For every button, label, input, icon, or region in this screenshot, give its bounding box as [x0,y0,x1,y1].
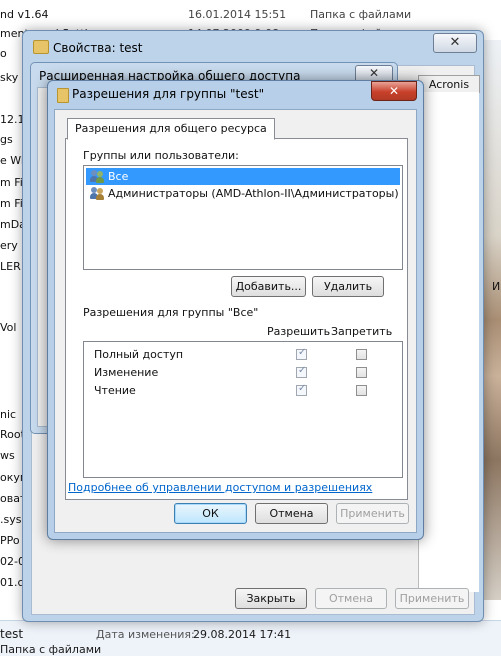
deny-checkbox[interactable] [356,367,367,378]
left-file-name[interactable]: .sys [0,512,21,528]
tab-share-permissions[interactable]: Разрешения для общего ресурса [67,118,275,140]
ok-button[interactable]: ОК [174,503,247,524]
apply-button[interactable]: Применить [395,588,469,609]
group-name: Администраторы (AMD-Athlon-II\Администра… [108,187,399,200]
left-file-name[interactable]: o [0,46,7,62]
allow-checkbox[interactable] [296,365,307,378]
list-item[interactable]: Все [86,168,400,185]
table-row: Чтение [84,382,402,400]
file-date: 16.01.2014 15:51 [188,8,287,21]
left-file-list: o sky F 12.16 gs e Wi m Fi m Fi mDa ery … [0,0,22,655]
file-type: Папка с файлами [310,8,412,21]
group-name: Все [108,170,129,183]
left-file-name[interactable]: ery [0,238,18,254]
close-button[interactable]: ✕ [371,81,417,101]
users-icon [90,187,104,200]
groups-label: Группы или пользователи: [83,149,239,162]
cancel-button[interactable]: Отмена [255,503,328,524]
left-file-name[interactable]: окум [0,470,22,486]
permissions-body: Разрешения для общего ресурса Группы или… [54,109,417,533]
cancel-button[interactable]: Отмена [315,588,387,609]
deny-checkbox[interactable] [356,385,367,396]
left-file-name[interactable]: ws [0,448,15,464]
status-folder-name: test [0,627,24,641]
table-row: Полный доступ [84,346,402,364]
allow-checkbox[interactable] [296,347,307,360]
add-button[interactable]: Добавить... [231,276,306,297]
help-link[interactable]: Подробнее об управлении доступом и разре… [68,481,372,494]
allow-header: Разрешить [267,325,331,338]
allow-checkbox[interactable] [296,383,307,396]
status-date-value: 29.08.2014 17:41 [193,628,292,641]
left-file-name[interactable]: PPo [0,533,20,549]
permission-name: Чтение [94,384,136,397]
close-dialog-button[interactable]: Закрыть [235,588,307,609]
permission-name: Изменение [94,366,159,379]
left-file-name[interactable]: 01.c [0,575,22,591]
left-file-name[interactable]: e Wi [0,153,22,169]
left-file-name[interactable]: mDa [0,217,22,233]
folder-icon [57,88,69,103]
tab-panel: Группы или пользователи: Все Администрат… [65,138,408,500]
permission-name: Полный доступ [94,348,184,361]
left-file-name[interactable]: оват [0,491,22,507]
window-title: Разрешения для группы "test" [72,87,265,101]
permissions-table: Полный доступ Изменение Чтение [83,341,403,478]
permissions-label: Разрешения для группы "Все" [83,306,259,319]
left-file-name[interactable]: Vol [0,320,16,336]
status-bar: test Папка с файлами Дата изменения: 29.… [0,620,501,656]
deny-checkbox[interactable] [356,349,367,360]
status-date-label: Дата изменения: [96,628,195,641]
properties-panel [418,92,479,592]
tab-acronis[interactable]: Acronis [418,75,480,93]
left-file-name[interactable]: m Fi [0,196,22,212]
users-icon [90,170,104,183]
left-file-name[interactable]: 02-0 [0,554,22,570]
remove-button[interactable]: Удалить [312,276,384,297]
apply-button[interactable]: Применить [336,503,409,524]
groups-listbox[interactable]: Все Администраторы (AMD-Athlon-II\Админи… [83,165,403,270]
window-title: Свойства: test [53,41,143,55]
left-file-name[interactable]: 12.16 [0,112,22,128]
left-file-name[interactable]: m Fi [0,175,22,191]
left-file-name[interactable]: LER [0,259,21,275]
table-row: Изменение [84,364,402,382]
folder-icon [33,40,49,54]
left-file-name[interactable]: nic [0,407,16,423]
left-file-name[interactable]: gs [0,132,13,148]
close-button[interactable]: ✕ [433,33,477,53]
photo-label: И [492,280,501,293]
deny-header: Запретить [331,325,393,338]
left-file-name[interactable]: sky F [0,70,22,86]
list-item[interactable]: Администраторы (AMD-Athlon-II\Администра… [86,185,405,202]
permissions-window: Разрешения для группы "test" ✕ Разрешени… [47,80,424,540]
status-folder-type: Папка с файлами [0,643,102,656]
left-file-name[interactable]: Root [0,427,22,443]
